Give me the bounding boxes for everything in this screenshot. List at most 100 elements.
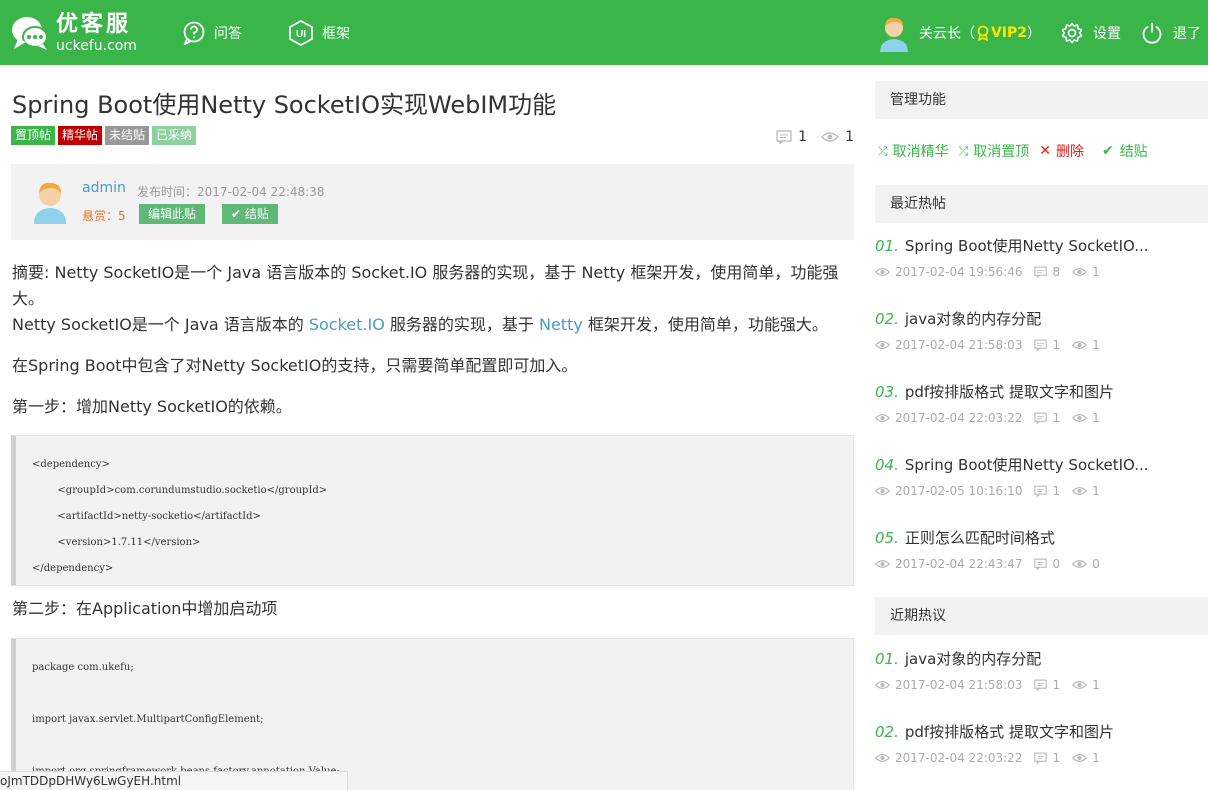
unpin-label: 取消置顶 [973, 144, 1030, 160]
site-logo[interactable]: 优客服 uckefu.com [10, 10, 137, 56]
code-line: <groupId>com.corundumstudio.socketio</gr… [32, 485, 328, 496]
hot-post-comments: 1 [1034, 338, 1060, 352]
hot-post-views: 1 [1072, 411, 1100, 425]
post-main: Spring Boot使用Netty SocketIO实现WebIM功能 置顶帖… [0, 65, 866, 790]
paragraph-step1: 第一步：增加Netty SocketIO的依赖。 [12, 397, 292, 416]
author-name[interactable]: admin [82, 180, 126, 196]
hot-posts-title: 最近热帖 [875, 185, 1208, 223]
eye-icon [875, 560, 890, 568]
hot-post-link[interactable]: 01. java对象的内存分配 [875, 648, 1208, 669]
paragraph-step2: 第二步：在Application中增加启动项 [12, 599, 278, 618]
hot-discuss-title: 近期热议 [875, 597, 1208, 635]
shuffle-icon: ⤮ [958, 143, 969, 158]
code-line: </dependency> [32, 563, 114, 574]
eye-icon [1072, 681, 1088, 689]
logout-link[interactable]: 退了 [1141, 22, 1201, 44]
hot-post-link[interactable]: 05. 正则怎么匹配时间格式 [875, 527, 1208, 548]
summary-line-1: 摘要: Netty SocketIO是一个 Java 语言版本的 Socket.… [12, 263, 839, 282]
hot-post-rank: 04. [875, 456, 899, 474]
hot-post-time: 2017-02-04 19:56:46 [875, 265, 1022, 279]
eye-icon [1072, 487, 1088, 495]
hot-post-item[interactable]: 01. java对象的内存分配 2017-02-04 21:58:03 1 1 [875, 648, 1208, 692]
settings-link[interactable]: 设置 [1061, 22, 1121, 44]
hot-post-time: 2017-02-04 22:03:22 [875, 751, 1022, 765]
edit-post-button[interactable]: 编辑此贴 [139, 204, 206, 224]
question-icon [182, 21, 206, 45]
hot-post-views: 1 [1072, 484, 1100, 498]
intro-text-c: 框架开发，使用简单，功能强大。 [582, 315, 828, 334]
vip-icon [977, 25, 989, 41]
hot-post-views: 1 [1072, 751, 1100, 765]
comment-icon [1034, 752, 1048, 764]
intro-text-a: Netty SocketIO是一个 Java 语言版本的 [12, 315, 309, 334]
hot-post-link[interactable]: 04. Spring Boot使用Netty SocketIO... [875, 454, 1208, 475]
logo-en: uckefu.com [56, 37, 137, 54]
post-tags: 置顶帖 精华帖 未结贴 已采纳 [11, 126, 197, 145]
comment-icon [1034, 558, 1048, 570]
hot-post-link[interactable]: 02. pdf按排版格式 提取文字和图片 [875, 721, 1208, 742]
hot-post-item[interactable]: 02. pdf按排版格式 提取文字和图片 2017-02-04 22:03:22 1 1 [875, 721, 1208, 765]
eye-icon [875, 414, 890, 422]
hot-post-title: pdf按排版格式 提取文字和图片 [904, 383, 1114, 401]
close-thread-label: 结贴 [1119, 144, 1148, 160]
close-post-button[interactable]: ✔ 结贴 [222, 204, 278, 224]
hot-post-time-text: 2017-02-04 22:03:22 [895, 411, 1023, 425]
code-line: package com.ukefu; [32, 662, 134, 673]
hot-post-time-text: 2017-02-05 10:16:10 [895, 484, 1023, 498]
browser-status-url: oJmTDDpDHWy6LwGyEH.html [0, 771, 348, 790]
shuffle-icon: ⤮ [878, 143, 888, 158]
nav-item-framework[interactable]: UI 框架 [288, 0, 350, 65]
hot-post-item[interactable]: 05. 正则怎么匹配时间格式 2017-02-04 22:43:47 0 0 [875, 527, 1208, 571]
unfeature-button[interactable]: ⤮ 取消精华 [878, 141, 949, 161]
user-avatar [879, 17, 908, 52]
author-avatar[interactable] [31, 178, 69, 224]
hot-post-view-count: 1 [1092, 751, 1100, 765]
comment-icon [1034, 679, 1048, 691]
hot-post-title: 正则怎么匹配时间格式 [904, 529, 1055, 547]
comment-icon [1034, 412, 1048, 424]
close-icon: ✕ [1039, 143, 1051, 159]
hot-post-item[interactable]: 01. Spring Boot使用Netty SocketIO... 2017-02… [875, 235, 1208, 279]
hot-post-title: java对象的内存分配 [904, 650, 1042, 668]
eye-icon [821, 132, 839, 142]
unpin-button[interactable]: ⤮ 取消置顶 [959, 141, 1030, 161]
hot-post-views: 0 [1072, 557, 1100, 571]
hot-post-link[interactable]: 03. pdf按排版格式 提取文字和图片 [875, 381, 1208, 402]
comment-icon [1034, 266, 1048, 278]
summary-line-2: 大。 [12, 289, 45, 308]
nav-item-qa[interactable]: 问答 [182, 0, 242, 65]
hot-post-comment-count: 1 [1052, 678, 1061, 692]
user-menu[interactable]: 关云长（ VIP2 ） [877, 14, 1041, 52]
hot-post-time-text: 2017-02-04 21:58:03 [895, 338, 1023, 352]
hot-post-views: 1 [1072, 678, 1100, 692]
hot-post-comments: 1 [1034, 751, 1060, 765]
hot-post-item[interactable]: 03. pdf按排版格式 提取文字和图片 2017-02-04 22:03:22 1 1 [875, 381, 1208, 425]
hot-post-time-text: 2017-02-04 22:03:22 [895, 751, 1023, 765]
delete-label: 删除 [1055, 144, 1084, 160]
delete-button[interactable]: ✕ 删除 [1039, 141, 1084, 161]
comment-icon [776, 130, 792, 144]
comment-icon [1034, 339, 1048, 351]
intro-text-b: 服务器的实现，基于 [384, 315, 539, 334]
eye-icon [875, 681, 890, 689]
hot-post-item[interactable]: 04. Spring Boot使用Netty SocketIO... 2017-02… [875, 454, 1208, 498]
hot-post-link[interactable]: 01. Spring Boot使用Netty SocketIO... [875, 235, 1208, 256]
hot-post-comments: 1 [1034, 411, 1060, 425]
hot-post-item[interactable]: 02. java对象的内存分配 2017-02-04 21:58:03 1 1 [875, 308, 1208, 352]
close-thread-button[interactable]: ✔ 结贴 [1102, 141, 1148, 161]
eye-icon [875, 487, 890, 495]
hot-post-comments: 0 [1034, 557, 1060, 571]
user-name: 关云长（ [918, 25, 975, 42]
eye-icon [1072, 560, 1088, 568]
post-time: 发布时间：2017-02-04 22:48:38 [137, 185, 325, 199]
netty-link[interactable]: Netty [539, 315, 583, 334]
eye-icon [1072, 341, 1088, 349]
eye-icon [1072, 754, 1088, 762]
power-icon [1141, 22, 1163, 44]
socketio-link[interactable]: Socket.IO [309, 315, 385, 334]
hot-post-views: 1 [1072, 338, 1100, 352]
hot-post-rank: 03. [875, 383, 899, 401]
hot-post-link[interactable]: 02. java对象的内存分配 [875, 308, 1208, 329]
svg-text:UI: UI [296, 29, 306, 40]
hot-post-comment-count: 1 [1052, 751, 1061, 765]
